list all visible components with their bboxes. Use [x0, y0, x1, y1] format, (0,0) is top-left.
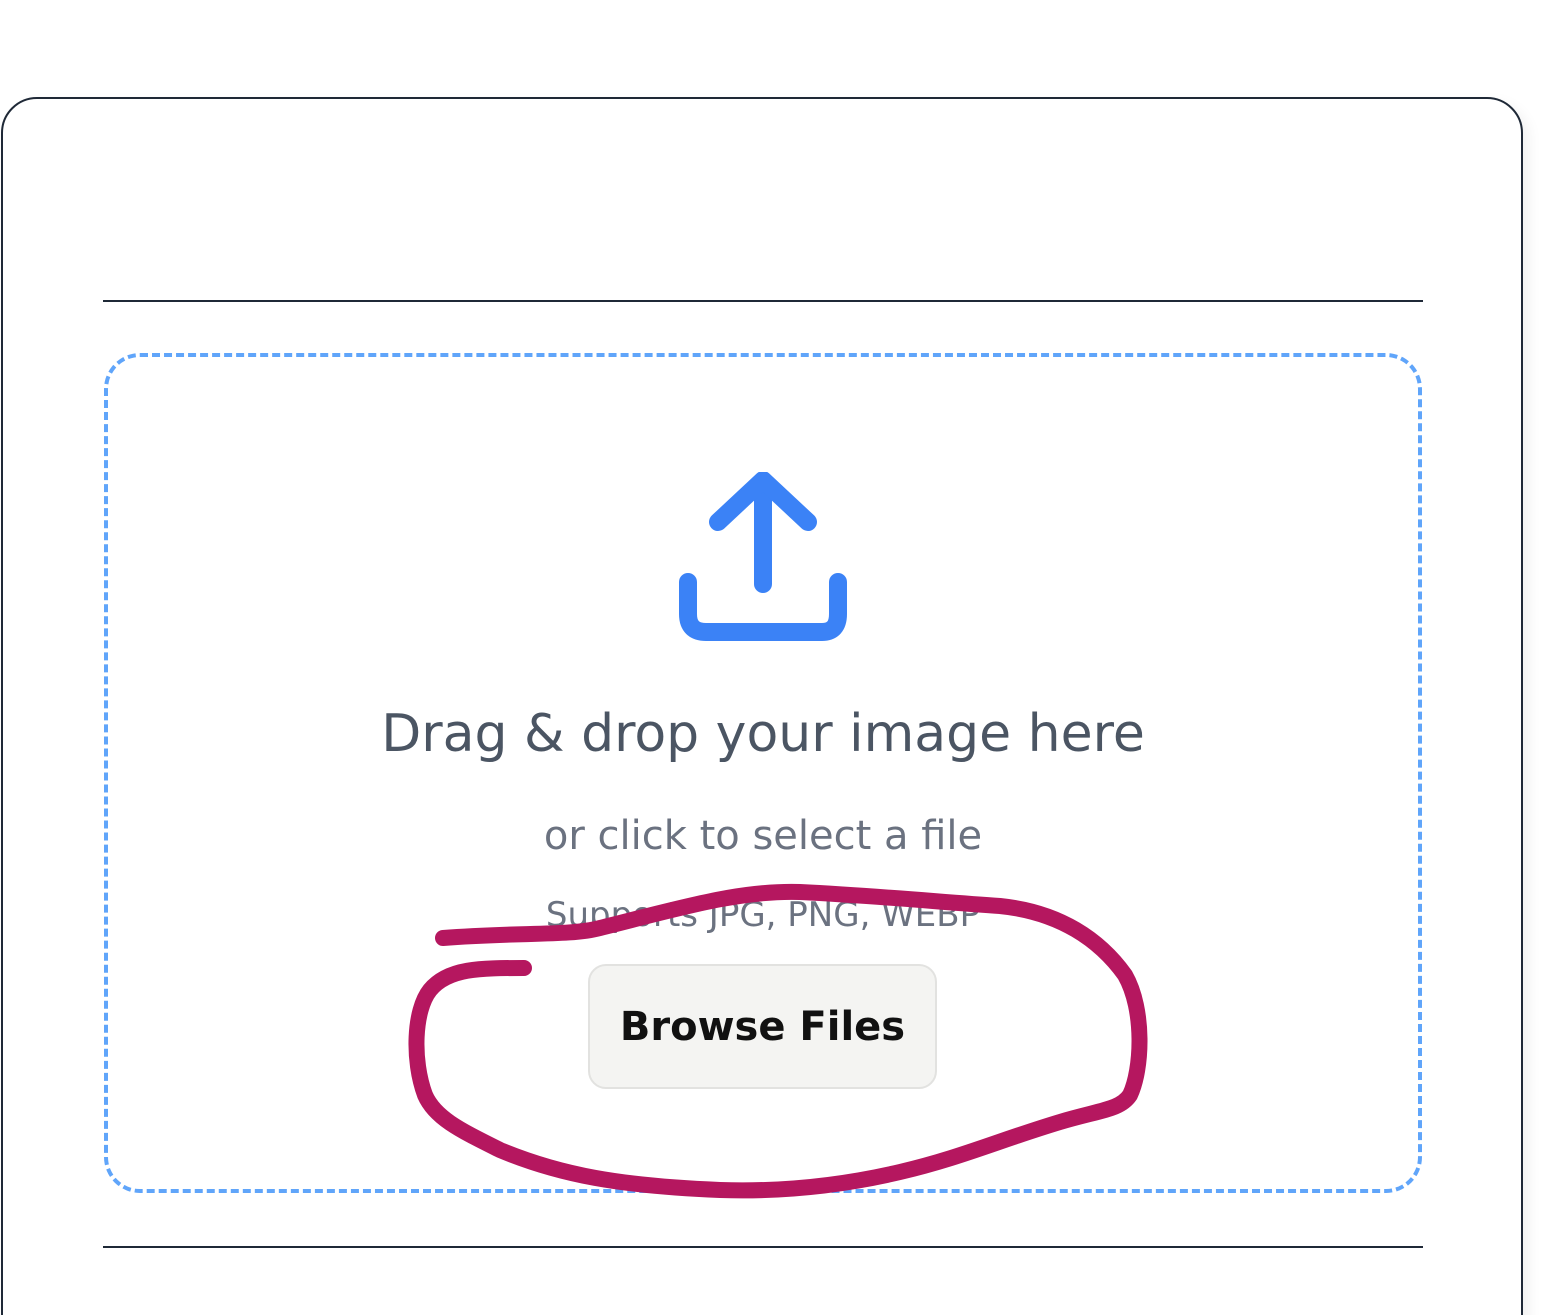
page: Drag & drop your image here or click to …: [0, 0, 1553, 1315]
top-divider: [103, 300, 1423, 302]
browse-files-button[interactable]: Browse Files: [588, 964, 937, 1089]
bottom-divider: [103, 1246, 1423, 1248]
dropzone-subline: or click to select a file: [543, 813, 983, 859]
dropzone-headline: Drag & drop your image here: [381, 704, 1145, 764]
upload-icon: [679, 472, 847, 641]
supported-formats: Supports JPG, PNG, WEBP: [545, 895, 981, 935]
